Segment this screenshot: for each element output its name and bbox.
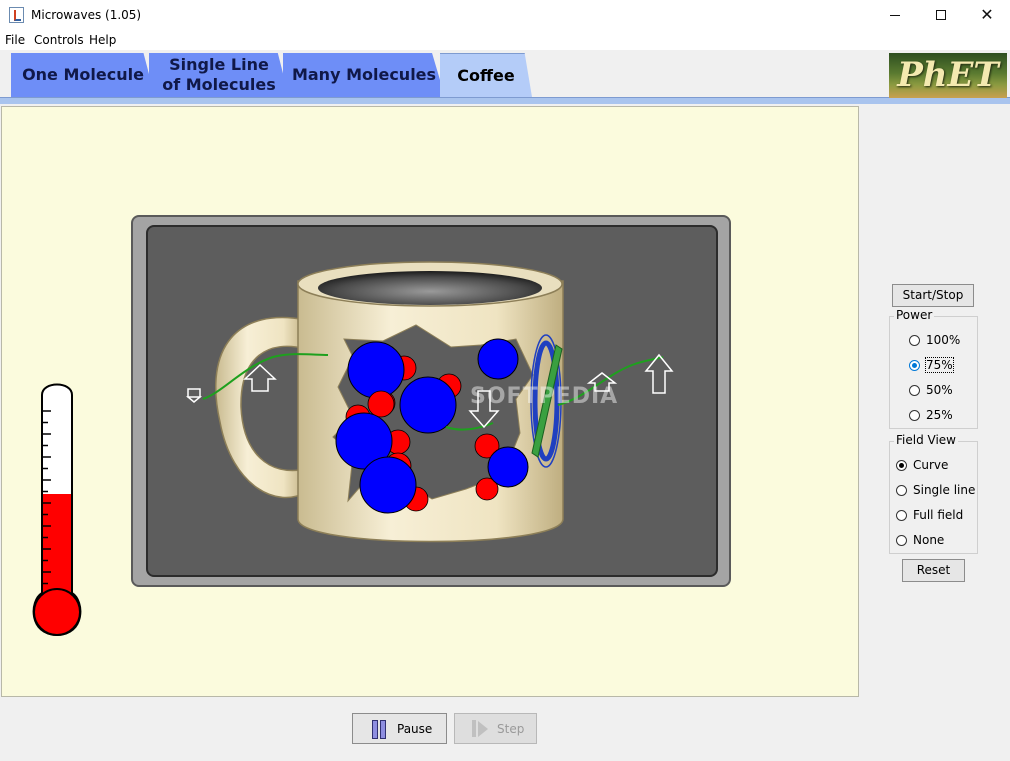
tab-underline bbox=[0, 97, 1010, 104]
menu-bar: File Controls Help bbox=[0, 31, 1010, 50]
power-title: Power bbox=[894, 308, 935, 322]
coffee-surface bbox=[318, 271, 542, 305]
radio-button[interactable] bbox=[909, 409, 920, 421]
radio-button[interactable] bbox=[896, 459, 907, 471]
radio-button[interactable] bbox=[909, 384, 920, 396]
window-title: Microwaves (1.05) bbox=[31, 8, 142, 22]
field-view-option-label: Curve bbox=[913, 458, 949, 472]
close-icon: ✕ bbox=[980, 5, 994, 24]
radio-button[interactable] bbox=[896, 484, 907, 496]
phet-logo: PhET bbox=[889, 53, 1007, 98]
java-app-icon bbox=[9, 7, 24, 23]
minimize-button[interactable] bbox=[872, 0, 918, 31]
mug-handle bbox=[215, 316, 307, 499]
tab-label: Coffee bbox=[457, 65, 515, 85]
thermometer-fluid bbox=[43, 494, 71, 598]
step-icon bbox=[472, 720, 490, 738]
power-option[interactable]: 50% bbox=[909, 383, 953, 397]
menu-help[interactable]: Help bbox=[89, 33, 116, 47]
menu-controls[interactable]: Controls bbox=[34, 33, 84, 47]
field-view-option-label: None bbox=[913, 533, 945, 547]
pause-label: Pause bbox=[397, 722, 433, 736]
close-button[interactable]: ✕ bbox=[964, 0, 1010, 31]
power-option-label: 25% bbox=[926, 408, 953, 422]
power-option-label: 100% bbox=[926, 333, 961, 347]
radio-button[interactable] bbox=[896, 534, 907, 546]
field-view-option[interactable]: Single line bbox=[896, 483, 975, 497]
field-view-option[interactable]: Full field bbox=[896, 508, 963, 522]
tab-label: One Molecule bbox=[22, 65, 144, 84]
tab-one-molecule[interactable]: One Molecule bbox=[11, 53, 155, 97]
power-option[interactable]: 100% bbox=[909, 333, 960, 347]
tab-single-line[interactable]: Single Line of Molecules bbox=[149, 53, 289, 97]
step-label: Step bbox=[497, 722, 525, 736]
simulation-canvas: SOFTPEDIA bbox=[1, 106, 859, 697]
power-option-label: 50% bbox=[926, 383, 953, 397]
coffee-scene bbox=[185, 261, 674, 543]
tab-coffee[interactable]: Coffee bbox=[440, 53, 532, 97]
power-group: Power 100% 75% 50% 25% bbox=[889, 308, 978, 429]
oven-window: SOFTPEDIA bbox=[146, 225, 718, 577]
field-view-option[interactable]: Curve bbox=[896, 458, 948, 472]
field-view-title: Field View bbox=[894, 433, 958, 447]
field-view-option-label: Full field bbox=[913, 508, 964, 522]
tab-many-molecules[interactable]: Many Molecules bbox=[283, 53, 445, 97]
microwave-oven: SOFTPEDIA bbox=[131, 215, 731, 587]
radio-button[interactable] bbox=[909, 359, 920, 371]
pause-button[interactable]: Pause bbox=[352, 713, 447, 744]
tab-label: Many Molecules bbox=[291, 65, 437, 84]
field-view-group: Field View Curve Single line Full field Non… bbox=[889, 433, 978, 554]
start-stop-button[interactable]: Start/Stop bbox=[892, 284, 974, 307]
pause-icon bbox=[372, 720, 386, 739]
tab-label: Single Line of Molecules bbox=[162, 55, 276, 94]
thermometer bbox=[32, 383, 82, 637]
power-option[interactable]: 25% bbox=[909, 408, 953, 422]
softpedia-watermark: SOFTPEDIA bbox=[470, 384, 619, 409]
maximize-button[interactable] bbox=[918, 0, 964, 31]
power-option[interactable]: 75% bbox=[909, 357, 954, 373]
title-bar: Microwaves (1.05) ✕ bbox=[0, 0, 1010, 31]
power-option-label: 75% bbox=[925, 357, 954, 373]
field-view-option-label: Single line bbox=[913, 483, 976, 497]
field-view-option[interactable]: None bbox=[896, 533, 944, 547]
step-button[interactable]: Step bbox=[454, 713, 537, 744]
radio-button[interactable] bbox=[909, 334, 920, 346]
radio-button[interactable] bbox=[896, 509, 907, 521]
reset-button[interactable]: Reset bbox=[902, 559, 965, 582]
menu-file[interactable]: File bbox=[5, 33, 25, 47]
